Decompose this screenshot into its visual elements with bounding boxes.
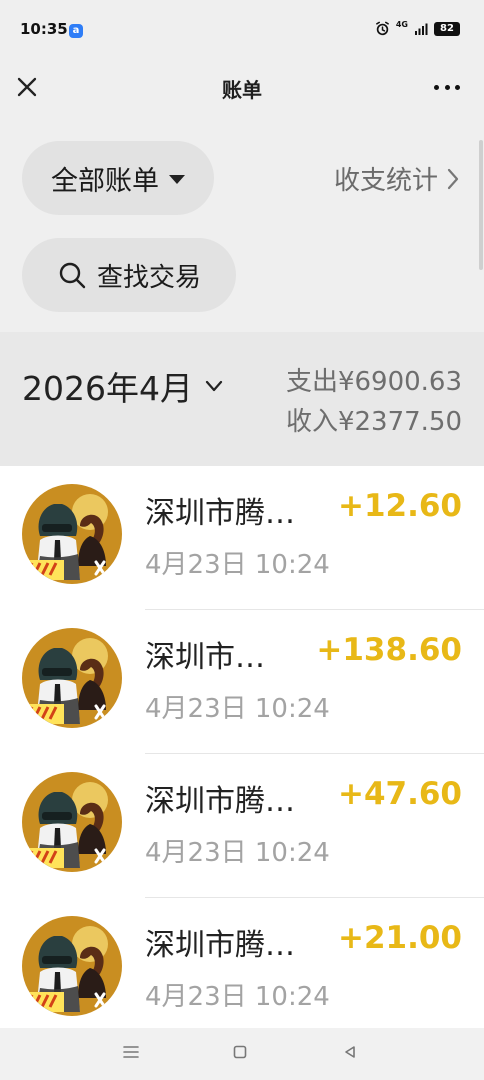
alarm-icon <box>375 21 389 36</box>
transaction-amount: +21.00 <box>337 920 462 956</box>
transaction-time: 4月23日 10:24 <box>145 694 330 724</box>
merchant-avatar <box>22 772 122 872</box>
all-bills-label: 全部账单 <box>51 165 159 197</box>
battery-indicator: 82 <box>434 21 460 36</box>
chevron-right-icon <box>447 168 459 189</box>
network-label: 4G <box>395 19 408 29</box>
month-totals: 支出¥6900.63 收入¥2377.50 <box>286 362 462 442</box>
status-indicators: 4G 82 <box>375 19 460 36</box>
transaction-item[interactable]: 深圳市… 4月23日 10:24 +138.60 <box>0 610 484 754</box>
merchant-name: 深圳市… <box>145 640 265 675</box>
search-label: 查找交易 <box>96 262 201 293</box>
page-header: 账单 <box>0 56 484 120</box>
merchant-avatar <box>22 628 122 728</box>
back-icon[interactable] <box>343 1045 357 1059</box>
menu-icon[interactable] <box>123 1045 139 1059</box>
month-label: 2026年4月 <box>22 369 193 408</box>
transaction-amount: +12.60 <box>337 488 462 524</box>
merchant-avatar <box>22 484 122 584</box>
scrollbar[interactable] <box>479 140 483 270</box>
merchant-name: 深圳市腾… <box>145 496 295 531</box>
income-total: 收入¥2377.50 <box>285 407 462 437</box>
all-bills-filter[interactable]: 全部账单 <box>22 141 214 215</box>
transaction-item[interactable]: 深圳市腾… 4月23日 10:24 +12.60 <box>0 466 484 610</box>
transaction-amount: +47.60 <box>337 776 462 812</box>
caret-down-icon <box>169 174 185 184</box>
transaction-time: 4月23日 10:24 <box>145 838 330 868</box>
merchant-name: 深圳市腾… <box>145 928 295 963</box>
search-transactions-button[interactable]: 查找交易 <box>22 238 236 312</box>
chevron-down-icon <box>205 380 223 392</box>
expense-total: 支出¥6900.63 <box>285 367 462 397</box>
transaction-item[interactable]: 深圳市腾… 4月23日 10:24 +47.60 <box>0 754 484 898</box>
transaction-time: 4月23日 10:24 <box>145 982 330 1012</box>
transaction-time: 4月23日 10:24 <box>145 550 330 580</box>
home-icon[interactable] <box>233 1045 247 1059</box>
merchant-name: 深圳市腾… <box>145 784 295 819</box>
signal-icon <box>415 23 428 35</box>
month-summary-section: 2026年4月 支出¥6900.63 收入¥2377.50 <box>0 332 484 466</box>
more-icon[interactable] <box>434 85 460 91</box>
transaction-item[interactable]: 深圳市腾… 4月23日 10:24 +21.00 <box>0 898 484 1028</box>
stats-label: 收支统计 <box>333 166 438 196</box>
app-badge-icon: a <box>69 24 83 38</box>
status-bar: 10:35 a 4G 82 <box>0 0 484 56</box>
transaction-list: 深圳市腾… 4月23日 10:24 +12.60 深圳市… 4月23日 10:2 <box>0 466 484 1028</box>
status-time: 10:35 <box>20 20 68 38</box>
transaction-amount: +138.60 <box>316 632 462 668</box>
search-icon <box>59 262 86 289</box>
merchant-avatar <box>22 916 122 1016</box>
month-selector[interactable]: 2026年4月 <box>22 362 223 410</box>
system-navigation-bar <box>0 1028 484 1080</box>
stats-link[interactable]: 收支统计 <box>334 160 460 197</box>
page-title: 账单 <box>222 78 262 102</box>
